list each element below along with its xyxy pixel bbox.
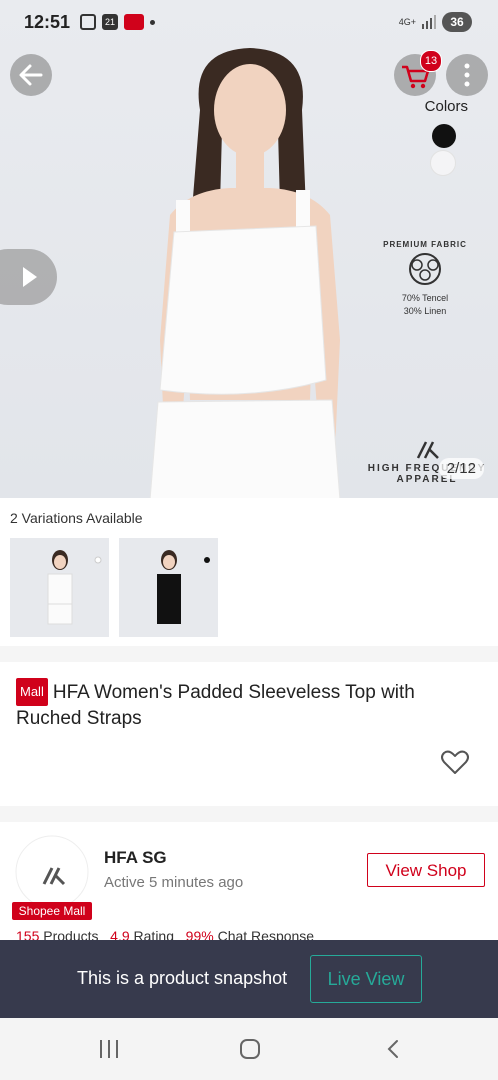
rating-label: Rating [133, 928, 174, 940]
more-vertical-icon [464, 63, 470, 87]
signal-icon [422, 15, 436, 29]
variation-thumb-black[interactable] [119, 538, 218, 637]
back-button[interactable] [10, 54, 52, 96]
product-image-gallery[interactable]: 12:51 21 4G+ 36 13 Colors PREMIUM FABRIC… [0, 0, 498, 498]
shopee-mall-badge: Shopee Mall [12, 902, 92, 920]
news-app-icon [124, 14, 144, 30]
live-view-button[interactable]: Live View [310, 955, 422, 1003]
recent-apps-icon[interactable] [100, 1040, 118, 1058]
variation-white-image [47, 550, 102, 625]
image-counter: 2/12 [438, 458, 484, 479]
premium-fabric-badge: PREMIUM FABRIC 70% Tencel 30% Linen [380, 240, 470, 340]
status-time: 12:51 [24, 12, 71, 32]
variation-black-image [157, 550, 210, 624]
back-nav-icon[interactable] [384, 1039, 404, 1059]
shop-section: Shopee Mall HFA SG Active 5 minutes ago … [0, 822, 498, 940]
chat-response-value: 99% [185, 928, 214, 940]
screenshot-icon [80, 14, 96, 30]
view-shop-button[interactable]: View Shop [367, 853, 485, 887]
play-video-button[interactable] [0, 249, 57, 305]
mall-tag: Mall [16, 678, 48, 706]
cart-count-badge: 13 [420, 50, 442, 72]
rating-value: 4.9 [110, 928, 130, 940]
color-swatch-black[interactable] [432, 124, 456, 148]
network-type: 4G+ [398, 16, 416, 27]
cart-button[interactable]: 13 [394, 50, 442, 96]
shop-name[interactable]: HFA SG [104, 848, 167, 868]
brand-logo-icon [416, 441, 439, 459]
fabric-badge-title: PREMIUM FABRIC [383, 240, 467, 249]
notification-dot-icon [150, 19, 155, 25]
system-nav-bar [0, 1018, 498, 1080]
variations-label: 2 Variations Available [10, 510, 143, 526]
shop-stats: 155 Products 4.9 Rating 99% Chat Respons… [16, 928, 314, 940]
play-icon [23, 267, 37, 287]
home-icon[interactable] [240, 1039, 260, 1059]
product-photo [149, 48, 341, 498]
product-title: HFA Women's Padded Sleeveless Top with R… [16, 682, 415, 729]
more-options-button[interactable] [446, 54, 488, 96]
calendar-icon: 21 [102, 14, 118, 30]
status-bar: 12:51 21 4G+ 36 [0, 8, 498, 38]
chat-response-label: Chat Response [217, 928, 315, 940]
snapshot-bar: This is a product snapshot Live View [0, 940, 498, 1018]
product-info: Mall HFA Women's Padded Sleeveless Top wi… [0, 662, 498, 806]
snapshot-message: This is a product snapshot [77, 968, 288, 988]
arrow-left-icon [19, 64, 43, 86]
battery-icon: 36 [442, 12, 472, 32]
colors-label: Colors [424, 98, 468, 115]
color-swatch-white[interactable] [430, 150, 456, 176]
fabric-composition-2: 30% Linen [403, 306, 447, 316]
shop-active-status: Active 5 minutes ago [104, 874, 244, 891]
products-count: 155 [16, 928, 40, 940]
products-label: Products [43, 928, 99, 940]
variation-thumb-white[interactable] [10, 538, 109, 637]
product-title-block: Mall HFA Women's Padded Sleeveless Top wi… [16, 678, 458, 732]
heart-icon[interactable] [440, 748, 470, 776]
cotton-flower-icon [409, 253, 441, 285]
fabric-composition-1: 70% Tencel [401, 293, 449, 303]
variations-section: 2 Variations Available [0, 498, 498, 646]
shop-logo[interactable]: Shopee Mall [12, 832, 92, 922]
